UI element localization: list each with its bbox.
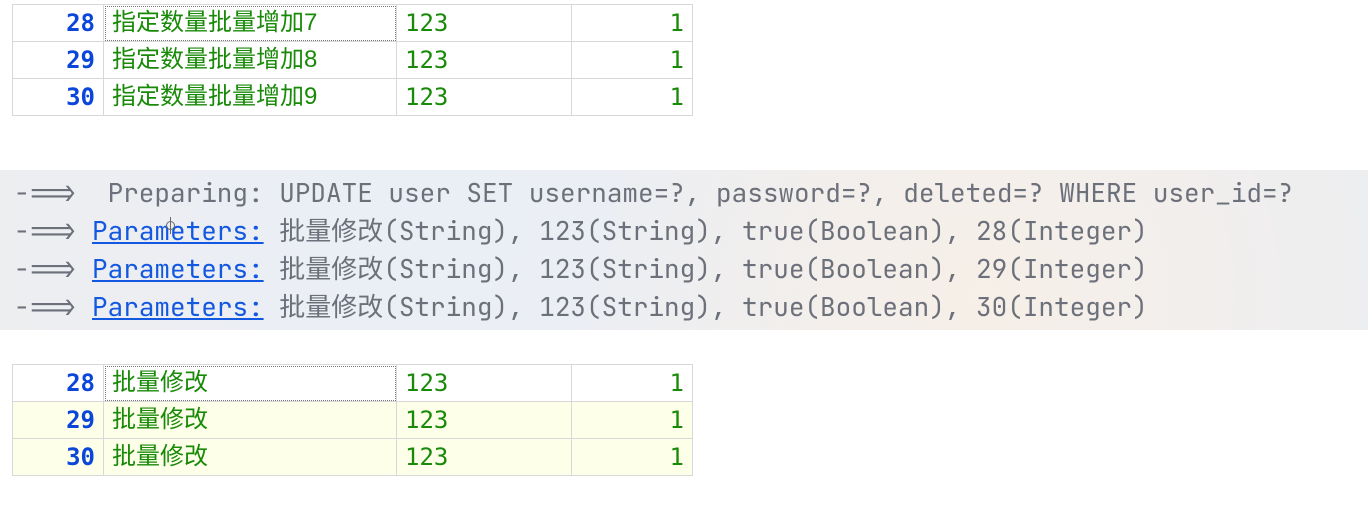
db-grid-after-body: 28 批量修改 123 1 29 批量修改 123 1 30 批量修改 123 … bbox=[13, 365, 693, 476]
cell-password-text: 123 bbox=[397, 42, 571, 78]
cell-password[interactable]: 123 bbox=[397, 365, 572, 402]
cell-name[interactable]: 批量修改 bbox=[104, 402, 397, 439]
db-grid-before[interactable]: 28 指定数量批量增加7 123 1 29 指定数量批量增加8 123 1 30… bbox=[12, 4, 693, 116]
cell-deleted[interactable]: 1 bbox=[572, 5, 693, 42]
cell-id[interactable]: 28 bbox=[13, 365, 104, 402]
cell-name[interactable]: 批量修改 bbox=[104, 365, 397, 402]
cell-deleted-text: 1 bbox=[572, 42, 692, 78]
cell-name-text: 指定数量批量增加7 bbox=[104, 5, 396, 41]
log-arrow: -==> bbox=[14, 175, 76, 210]
cell-deleted-text: 1 bbox=[572, 439, 692, 475]
table-row[interactable]: 29 指定数量批量增加8 123 1 bbox=[13, 42, 693, 79]
cell-password-text: 123 bbox=[397, 402, 571, 438]
cell-id[interactable]: 29 bbox=[13, 42, 104, 79]
log-spacer bbox=[264, 251, 280, 286]
log-line-parameters: -==> Parameters: 批量修改(String), 123(Strin… bbox=[14, 288, 1368, 326]
cell-deleted-text: 1 bbox=[572, 5, 692, 41]
log-spacer bbox=[264, 289, 280, 324]
log-param-values: 批量修改(String), 123(String), true(Boolean)… bbox=[279, 289, 1147, 324]
cell-deleted[interactable]: 1 bbox=[572, 439, 693, 476]
log-line-parameters: -==> Parameters: 批量修改(String), 123(Strin… bbox=[14, 212, 1368, 250]
log-sql-text: UPDATE user SET username=?, password=?, … bbox=[279, 175, 1293, 210]
db-grid-after[interactable]: 28 批量修改 123 1 29 批量修改 123 1 30 批量修改 123 … bbox=[12, 364, 693, 476]
cell-name-text: 指定数量批量增加9 bbox=[104, 79, 396, 115]
cell-deleted-text: 1 bbox=[572, 79, 692, 115]
log-arrow: -==> bbox=[14, 213, 76, 248]
sql-log-panel[interactable]: -==> Preparing: UPDATE user SET username… bbox=[0, 170, 1368, 330]
log-arrow: -==> bbox=[14, 289, 76, 324]
cell-name-text: 批量修改 bbox=[104, 402, 396, 438]
log-parameters-link[interactable]: Parameters: bbox=[92, 251, 264, 286]
log-spacer bbox=[76, 289, 92, 324]
cell-password[interactable]: 123 bbox=[397, 79, 572, 116]
cell-password-text: 123 bbox=[397, 5, 571, 41]
table-row[interactable]: 28 指定数量批量增加7 123 1 bbox=[13, 5, 693, 42]
log-parameters-link[interactable]: Parameters: bbox=[92, 213, 264, 248]
log-parameters-link[interactable]: Parameters: bbox=[92, 289, 264, 324]
log-line-preparing: -==> Preparing: UPDATE user SET username… bbox=[14, 174, 1368, 212]
cell-name-text: 指定数量批量增加8 bbox=[104, 42, 396, 78]
cell-deleted[interactable]: 1 bbox=[572, 42, 693, 79]
cell-deleted-text: 1 bbox=[572, 402, 692, 438]
log-param-values: 批量修改(String), 123(String), true(Boolean)… bbox=[279, 251, 1147, 286]
log-preparing-label: Preparing: bbox=[108, 175, 264, 210]
cell-name-text: 批量修改 bbox=[104, 439, 396, 475]
log-spacer bbox=[264, 175, 280, 210]
cell-password-text: 123 bbox=[397, 79, 571, 115]
cell-id[interactable]: 30 bbox=[13, 439, 104, 476]
cell-password-text: 123 bbox=[397, 439, 571, 475]
log-spacer bbox=[76, 175, 107, 210]
log-arrow: -==> bbox=[14, 251, 76, 286]
table-row[interactable]: 30 指定数量批量增加9 123 1 bbox=[13, 79, 693, 116]
cell-name[interactable]: 指定数量批量增加7 bbox=[104, 5, 397, 42]
log-spacer bbox=[76, 251, 92, 286]
table-row[interactable]: 29 批量修改 123 1 bbox=[13, 402, 693, 439]
log-spacer bbox=[76, 213, 92, 248]
log-param-values: 批量修改(String), 123(String), true(Boolean)… bbox=[279, 213, 1147, 248]
cell-id-text: 29 bbox=[13, 402, 103, 438]
cell-password[interactable]: 123 bbox=[397, 42, 572, 79]
cell-name[interactable]: 指定数量批量增加9 bbox=[104, 79, 397, 116]
cell-password-text: 123 bbox=[397, 365, 571, 401]
cell-id-text: 28 bbox=[13, 5, 103, 41]
cell-id-text: 30 bbox=[13, 79, 103, 115]
table-row[interactable]: 30 批量修改 123 1 bbox=[13, 439, 693, 476]
cell-name[interactable]: 指定数量批量增加8 bbox=[104, 42, 397, 79]
db-grid-before-body: 28 指定数量批量增加7 123 1 29 指定数量批量增加8 123 1 30… bbox=[13, 5, 693, 116]
cell-name-text: 批量修改 bbox=[104, 365, 396, 401]
cell-deleted[interactable]: 1 bbox=[572, 402, 693, 439]
cell-deleted[interactable]: 1 bbox=[572, 79, 693, 116]
cell-deleted-text: 1 bbox=[572, 365, 692, 401]
cell-id-text: 30 bbox=[13, 439, 103, 475]
cell-id[interactable]: 29 bbox=[13, 402, 104, 439]
cell-id-text: 29 bbox=[13, 42, 103, 78]
cell-password[interactable]: 123 bbox=[397, 439, 572, 476]
cell-id-text: 28 bbox=[13, 365, 103, 401]
table-row[interactable]: 28 批量修改 123 1 bbox=[13, 365, 693, 402]
cell-password[interactable]: 123 bbox=[397, 402, 572, 439]
cell-password[interactable]: 123 bbox=[397, 5, 572, 42]
cell-name[interactable]: 批量修改 bbox=[104, 439, 397, 476]
log-spacer bbox=[264, 213, 280, 248]
log-line-parameters: -==> Parameters: 批量修改(String), 123(Strin… bbox=[14, 250, 1368, 288]
cell-id[interactable]: 30 bbox=[13, 79, 104, 116]
cell-id[interactable]: 28 bbox=[13, 5, 104, 42]
cell-deleted[interactable]: 1 bbox=[572, 365, 693, 402]
